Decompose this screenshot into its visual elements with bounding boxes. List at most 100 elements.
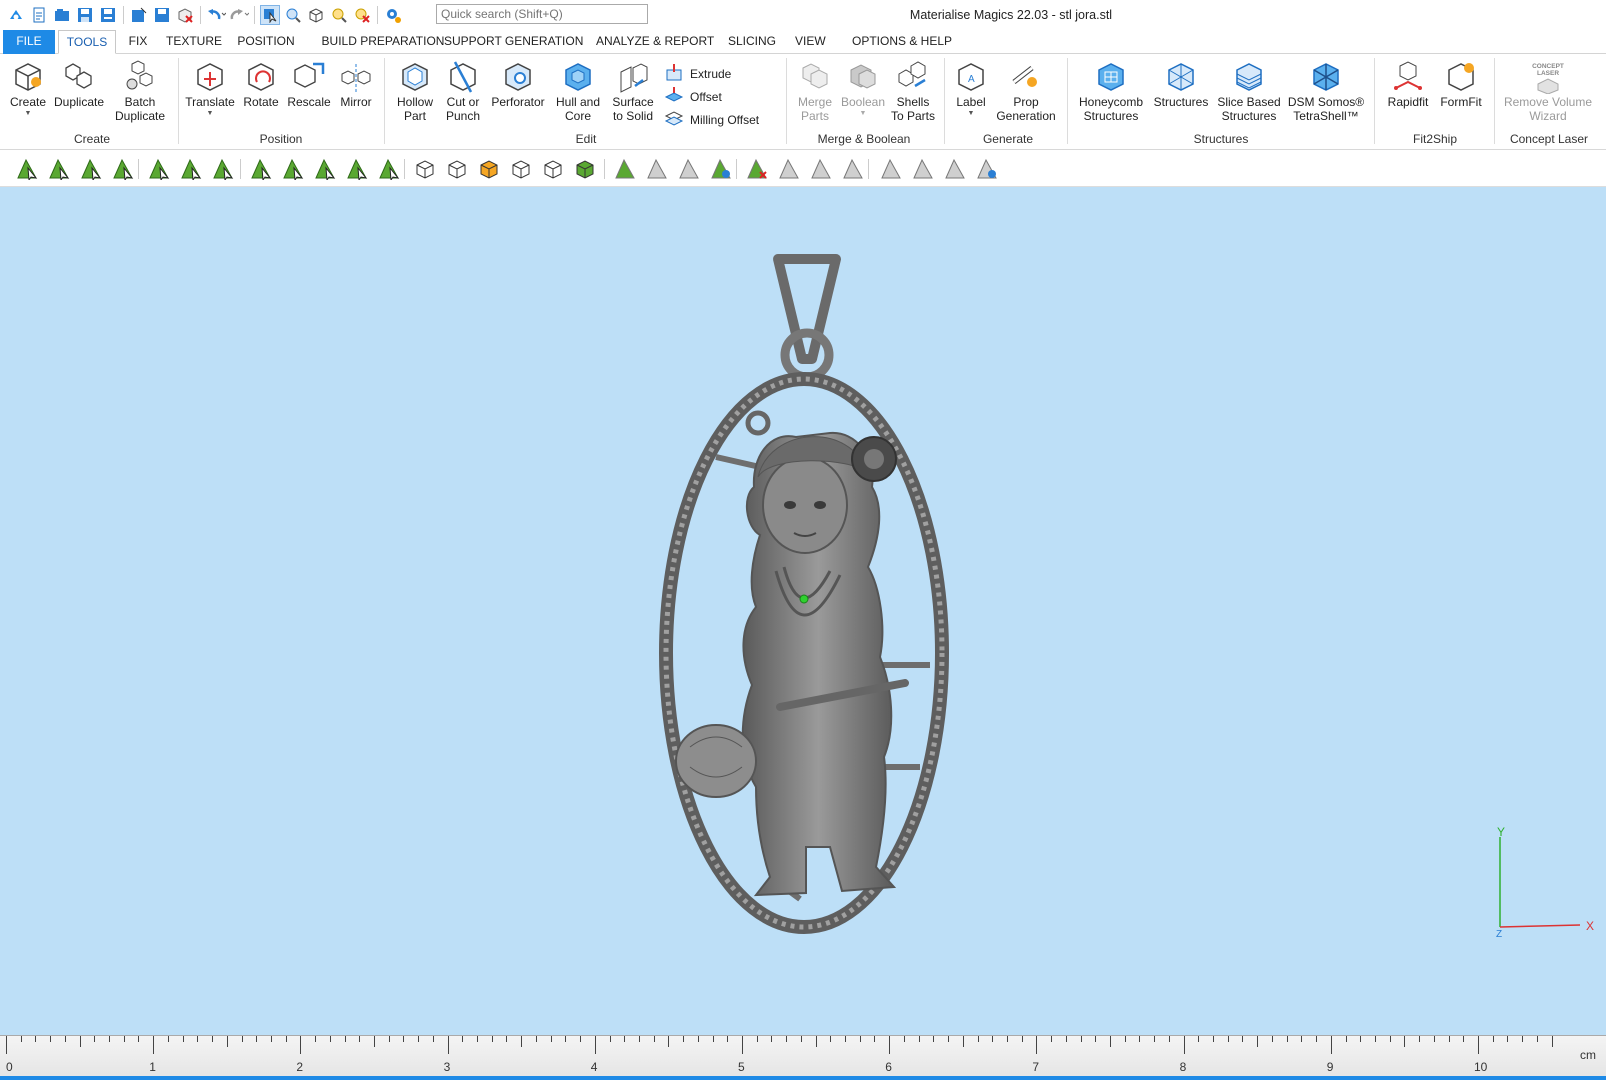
part-hide-icon[interactable]: [508, 156, 534, 182]
tri-invert-icon[interactable]: [974, 156, 1000, 182]
duplicate-button[interactable]: Duplicate: [52, 58, 106, 110]
tab-build-preparation[interactable]: BUILD PREPARATION: [313, 30, 453, 54]
svg-text:A: A: [968, 74, 975, 85]
create-button[interactable]: Create ▼: [8, 58, 48, 117]
select-lasso-icon[interactable]: [178, 156, 204, 182]
duplicate-icon: [62, 58, 96, 96]
translate-icon: [193, 58, 227, 96]
import-icon[interactable]: [129, 5, 149, 25]
tri-show-icon[interactable]: [910, 156, 936, 182]
shells-to-parts-button[interactable]: Shells To Parts: [888, 58, 938, 123]
extrude-button[interactable]: Extrude: [664, 62, 731, 85]
part-select-icon[interactable]: [412, 156, 438, 182]
offset-button[interactable]: Offset: [664, 85, 722, 108]
tab-view[interactable]: VIEW: [795, 30, 826, 54]
tab-tools[interactable]: TOOLS: [58, 30, 116, 54]
zoom-part-icon[interactable]: [283, 5, 303, 25]
select-surface-icon[interactable]: [78, 156, 104, 182]
merge-parts-button[interactable]: Merge Parts: [794, 58, 836, 123]
tab-fix[interactable]: FIX: [124, 30, 152, 54]
zoom-reset-icon[interactable]: [352, 5, 372, 25]
concept-laser-logo: CONCEPT LASER: [1518, 58, 1578, 96]
app-logo-icon[interactable]: [6, 5, 26, 25]
select-curve-icon[interactable]: [210, 156, 236, 182]
3d-viewport[interactable]: Y X Z: [0, 187, 1606, 1035]
hollow-part-button[interactable]: Hollow Part: [392, 58, 438, 123]
ruler-label: 4: [590, 1060, 598, 1074]
tri-eye-icon[interactable]: [942, 156, 968, 182]
tri-filter-icon[interactable]: [840, 156, 866, 182]
open-file-icon[interactable]: [52, 5, 72, 25]
select-mode-icon[interactable]: [260, 5, 280, 25]
save-as-icon[interactable]: [152, 5, 172, 25]
mirror-button[interactable]: Mirror: [336, 58, 376, 110]
hull-and-core-button[interactable]: Hull and Core: [552, 58, 604, 123]
honeycomb-structures-button[interactable]: Honeycomb Structures: [1076, 58, 1146, 123]
mark-wheel-icon[interactable]: [344, 156, 370, 182]
ruler-tick: [491, 1036, 493, 1042]
view-cube-icon[interactable]: [306, 5, 326, 25]
tri-hide-icon[interactable]: [878, 156, 904, 182]
label-button[interactable]: A Label ▼: [950, 58, 992, 117]
prop-generation-button[interactable]: Prop Generation: [992, 58, 1060, 123]
structures-button[interactable]: Structures: [1150, 58, 1212, 110]
tri-delete-icon[interactable]: [744, 156, 770, 182]
tab-slicing[interactable]: SLICING: [728, 30, 776, 54]
tab-options-help[interactable]: OPTIONS & HELP: [852, 30, 952, 54]
redo-icon[interactable]: [229, 5, 249, 25]
axis-x-label: X: [1586, 919, 1594, 933]
rapidfit-button[interactable]: Rapidfit: [1382, 58, 1434, 110]
surface-to-solid-button[interactable]: Surface to Solid: [606, 58, 660, 123]
group-label-merge-boolean: Merge & Boolean: [817, 132, 911, 146]
tri-expand-icon[interactable]: [644, 156, 670, 182]
save-icon[interactable]: [75, 5, 95, 25]
boolean-button[interactable]: Boolean ▼: [838, 58, 888, 117]
select-shell-icon[interactable]: [110, 156, 136, 182]
zoom-icon[interactable]: [329, 5, 349, 25]
ruler-tick: [1213, 1036, 1215, 1042]
cut-or-punch-button[interactable]: Cut or Punch: [440, 58, 486, 123]
tri-cursor-icon[interactable]: [676, 156, 702, 182]
close-part-icon[interactable]: [175, 5, 195, 25]
ruler-tick: [6, 1036, 7, 1054]
part-mark-icon[interactable]: [444, 156, 470, 182]
part-green-icon[interactable]: [572, 156, 598, 182]
undo-icon[interactable]: [206, 5, 226, 25]
mark-box-icon[interactable]: [248, 156, 274, 182]
select-box-icon[interactable]: [146, 156, 172, 182]
ruler-tick: [1448, 1036, 1450, 1042]
batch-duplicate-button[interactable]: Batch Duplicate: [110, 58, 170, 123]
slice-based-structures-button[interactable]: Slice Based Structures: [1214, 58, 1284, 123]
tab-texture[interactable]: TEXTURE: [164, 30, 224, 54]
settings-icon[interactable]: [383, 5, 403, 25]
select-triangle-icon[interactable]: [14, 156, 40, 182]
save-all-icon[interactable]: [98, 5, 118, 25]
quick-search-input[interactable]: [436, 4, 648, 24]
part-center-icon[interactable]: [540, 156, 566, 182]
part-color-icon[interactable]: [476, 156, 502, 182]
tri-copy-icon[interactable]: [808, 156, 834, 182]
perforator-icon: [501, 58, 535, 96]
select-plane-icon[interactable]: [46, 156, 72, 182]
tri-connected-icon[interactable]: [708, 156, 734, 182]
translate-button[interactable]: Translate ▼: [184, 58, 236, 117]
tab-analyze-report[interactable]: ANALYZE & REPORT: [596, 30, 714, 54]
mark-shell-icon[interactable]: [280, 156, 306, 182]
mark-flower-icon[interactable]: [312, 156, 338, 182]
tri-select-icon[interactable]: [612, 156, 638, 182]
tab-support-generation[interactable]: SUPPORT GENERATION: [444, 30, 583, 54]
remove-volume-wizard-button[interactable]: CONCEPT LASER Remove Volume Wizard: [1500, 58, 1596, 123]
tri-unmark-icon[interactable]: [776, 156, 802, 182]
tab-position[interactable]: POSITION: [235, 30, 297, 54]
milling-offset-button[interactable]: Milling Offset: [664, 108, 759, 131]
mark-sphere-icon[interactable]: [376, 156, 402, 182]
tab-file[interactable]: FILE: [3, 30, 55, 54]
rotate-button[interactable]: Rotate: [240, 58, 282, 110]
formfit-button[interactable]: FormFit: [1436, 58, 1486, 110]
new-file-icon[interactable]: [29, 5, 49, 25]
rescale-button[interactable]: Rescale: [286, 58, 332, 110]
perforator-button[interactable]: Perforator: [488, 58, 548, 110]
ruler-unit: cm: [1580, 1048, 1596, 1062]
pendant-model[interactable]: [659, 254, 949, 934]
tetrashell-button[interactable]: DSM Somos® TetraShell™: [1286, 58, 1366, 123]
